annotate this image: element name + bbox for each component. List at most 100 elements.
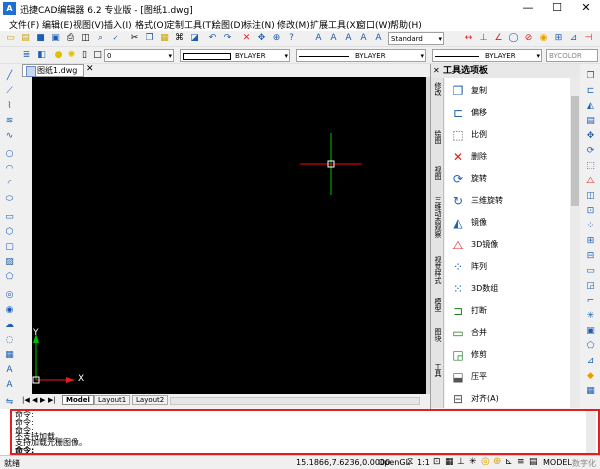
otrack-icon[interactable]: ⊕ bbox=[493, 456, 501, 467]
swap-icon[interactable]: ⇋ bbox=[3, 396, 16, 409]
paste-icon[interactable]: ▦ bbox=[158, 32, 171, 45]
save-icon[interactable]: ■ bbox=[34, 32, 47, 45]
hatch-icon[interactable]: ▨ bbox=[3, 256, 16, 269]
r-explode-icon[interactable]: ✳ bbox=[584, 310, 597, 323]
lineweight-combo[interactable]: BYLAYER ▾ bbox=[432, 49, 542, 62]
zoom-icon[interactable]: ⊕ bbox=[270, 32, 283, 45]
palette-item-array[interactable]: ⁘ 阵列 bbox=[447, 256, 567, 278]
dim-center-icon[interactable]: ◉ bbox=[537, 32, 550, 45]
text-edit-icon[interactable]: A bbox=[327, 32, 340, 45]
lineweight-icon[interactable]: ≡ bbox=[517, 457, 525, 467]
dim-ordinate-icon[interactable]: ⊞ bbox=[552, 32, 565, 45]
lock-icon[interactable]: ▯ bbox=[78, 49, 91, 62]
first-tab-icon[interactable]: |◀ bbox=[22, 396, 30, 404]
vtab-visual-style[interactable]: 视觉样式 bbox=[432, 256, 443, 284]
r-copy-icon[interactable]: ❐ bbox=[584, 70, 597, 83]
palette-item-rotate[interactable]: ⟳ 旋转 bbox=[447, 168, 567, 190]
sun-icon[interactable]: ✺ bbox=[65, 49, 78, 62]
linetype-combo[interactable]: BYLAYER ▾ bbox=[296, 49, 426, 62]
close-tab-button[interactable]: ✕ bbox=[86, 64, 94, 74]
text-icon[interactable]: A bbox=[312, 32, 325, 45]
menu-extend-tools[interactable]: 扩展工具(X) bbox=[310, 18, 359, 31]
menu-draw[interactable]: 绘图(D) bbox=[212, 18, 244, 31]
menu-view[interactable]: 视图(V) bbox=[73, 18, 104, 31]
open-folder-icon[interactable]: ▤ bbox=[19, 32, 32, 45]
ortho-icon[interactable]: ⊥ bbox=[457, 457, 465, 467]
palette-item-align[interactable]: ⊟ 对齐(A) bbox=[447, 388, 567, 408]
next-tab-icon[interactable]: ▶ bbox=[40, 396, 45, 404]
vtab-model[interactable]: 模型 bbox=[432, 298, 443, 312]
dim-angular-icon[interactable]: ∠ bbox=[492, 32, 505, 45]
palette-item-3d-mirror[interactable]: ⧍ 3D镜像 bbox=[447, 234, 567, 256]
vtab-draw[interactable]: 绘图 bbox=[432, 130, 443, 144]
tab-layout1[interactable]: Layout1 bbox=[94, 395, 131, 405]
minimize-button[interactable]: — bbox=[514, 0, 542, 17]
undo-icon[interactable]: ↶ bbox=[206, 32, 219, 45]
r-region-icon[interactable]: ▣ bbox=[584, 325, 597, 338]
palette-item-scale[interactable]: ⬚ 比例 bbox=[447, 124, 567, 146]
lightbulb-icon[interactable]: ● bbox=[52, 49, 65, 62]
match-properties-icon[interactable]: ⌘ bbox=[173, 32, 186, 45]
prev-tab-icon[interactable]: ◀ bbox=[32, 396, 37, 404]
delete-icon[interactable]: ✕ bbox=[240, 32, 253, 45]
menu-insert[interactable]: 插入(I) bbox=[104, 18, 132, 31]
plotstyle-combo[interactable]: BYCOLOR bbox=[546, 49, 598, 62]
boundary-icon[interactable]: ⬠ bbox=[3, 271, 16, 284]
palette-item-copy[interactable]: ❐ 复制 bbox=[447, 80, 567, 102]
palette-scroll-thumb[interactable] bbox=[571, 96, 579, 206]
digitizer-indicator[interactable]: 数字化 bbox=[572, 458, 596, 469]
menu-edit[interactable]: 编辑(E) bbox=[42, 18, 73, 31]
spline-icon[interactable]: ∿ bbox=[3, 130, 16, 143]
save-as-icon[interactable]: ▣ bbox=[49, 32, 62, 45]
vtab-tools[interactable]: 工具 bbox=[432, 363, 443, 377]
r-chamfer-icon[interactable]: ◲ bbox=[584, 280, 597, 293]
table-icon[interactable]: ▦ bbox=[3, 349, 16, 362]
menu-format[interactable]: 格式(O) bbox=[135, 18, 167, 31]
tab-model[interactable]: Model bbox=[62, 395, 94, 405]
tab-layout2[interactable]: Layout2 bbox=[132, 395, 169, 405]
palette-item-flatten[interactable]: ⬓ 压平 bbox=[447, 366, 567, 388]
polar-icon[interactable]: ✳ bbox=[469, 457, 477, 467]
r-lengthen-icon[interactable]: ⊡ bbox=[584, 205, 597, 218]
print-preview-icon[interactable]: ◫ bbox=[79, 32, 92, 45]
r-mirror-icon[interactable]: ⧍ bbox=[584, 175, 597, 188]
palette-scrollbar[interactable] bbox=[570, 78, 580, 408]
find-icon[interactable]: ⌕ bbox=[94, 32, 107, 45]
palette-item-offset[interactable]: ⊏ 偏移 bbox=[447, 102, 567, 124]
arc-3pt-icon[interactable]: ◜ bbox=[3, 178, 16, 191]
print-icon[interactable]: ⎙ bbox=[64, 32, 77, 45]
layer-manager-icon[interactable]: ≣ bbox=[20, 49, 33, 62]
circle-icon[interactable]: ○ bbox=[3, 148, 16, 161]
dim-linear-icon[interactable]: ↔ bbox=[462, 32, 475, 45]
ellipse-icon[interactable]: ⬭ bbox=[3, 193, 16, 206]
palette-item-mirror[interactable]: ◭ 镜像 bbox=[447, 212, 567, 234]
text-find-icon[interactable]: A bbox=[357, 32, 370, 45]
r-align-icon[interactable]: ◭ bbox=[584, 100, 597, 113]
drawing-canvas[interactable]: Y X bbox=[32, 77, 426, 394]
ducs-icon[interactable]: ⊾ bbox=[505, 457, 513, 467]
donut-icon[interactable]: ◉ bbox=[3, 304, 16, 317]
vtab-3d-orbit[interactable]: 三维动态观察 bbox=[432, 196, 443, 238]
text-scale-icon[interactable]: A bbox=[372, 32, 385, 45]
palette-item-join[interactable]: ▭ 合并 bbox=[447, 322, 567, 344]
r-pedit-icon[interactable]: ⬠ bbox=[584, 340, 597, 353]
tpmode-icon[interactable]: ▤ bbox=[529, 457, 538, 467]
color-swatch-icon[interactable]: □ bbox=[91, 49, 104, 62]
last-tab-icon[interactable]: ▶| bbox=[48, 396, 56, 404]
mtext-icon[interactable]: A bbox=[3, 364, 16, 377]
model-space-indicator[interactable]: MODEL bbox=[543, 458, 572, 467]
vtab-modify[interactable]: 修改 bbox=[432, 82, 443, 96]
dim-leader-icon[interactable]: ⊿ bbox=[567, 32, 580, 45]
arc-icon[interactable]: ◠ bbox=[3, 163, 16, 176]
r-measure-icon[interactable]: ◆ bbox=[584, 370, 597, 383]
r-fillet-icon[interactable]: ⌐ bbox=[584, 295, 597, 308]
maximize-button[interactable]: ☐ bbox=[543, 0, 571, 17]
region-icon[interactable]: ▢ bbox=[3, 241, 16, 254]
menu-window[interactable]: 窗口(W) bbox=[357, 18, 391, 31]
palette-item-3d-array[interactable]: ⁙ 3D数组 bbox=[447, 278, 567, 300]
r-move-icon[interactable]: ✥ bbox=[584, 130, 597, 143]
grid-icon[interactable]: ▦ bbox=[445, 457, 454, 467]
r-stretch-icon[interactable]: ◫ bbox=[584, 190, 597, 203]
vtab-view[interactable]: 视图 bbox=[432, 166, 443, 180]
r-properties-icon[interactable]: ⊿ bbox=[584, 355, 597, 368]
